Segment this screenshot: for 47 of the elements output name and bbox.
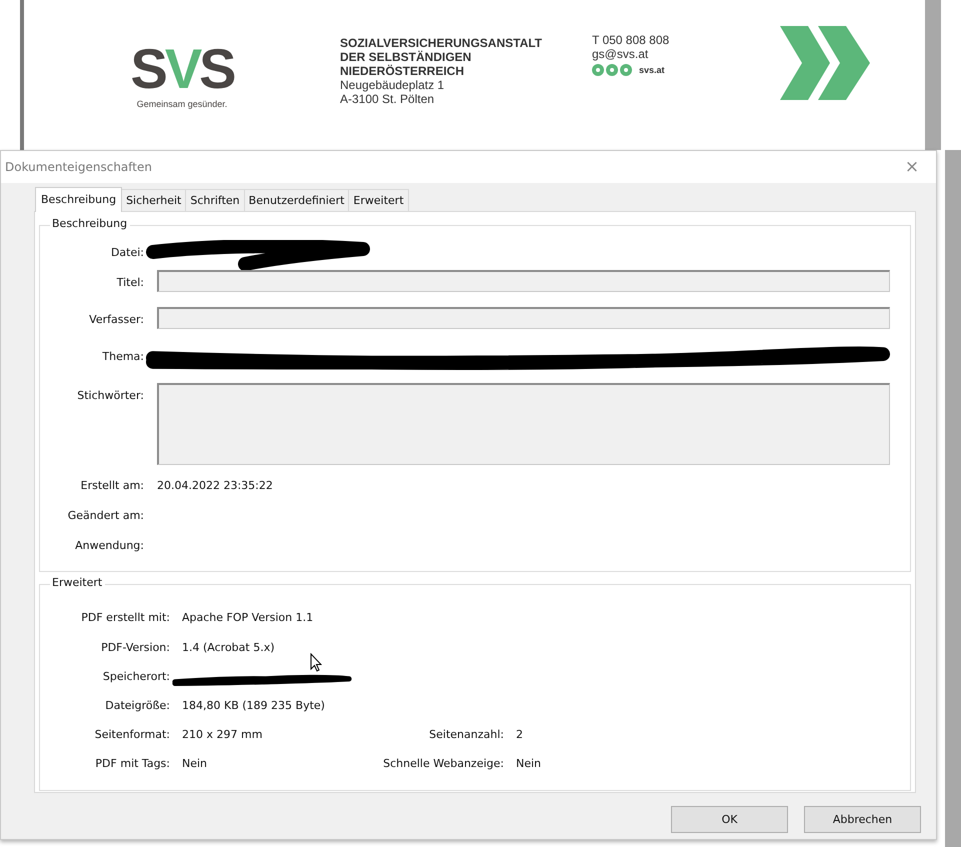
dialog-button[interactable]: Abbrechen: [804, 806, 921, 833]
close-button[interactable]: ×: [892, 152, 932, 182]
field-label: Speicherort:: [102, 670, 170, 683]
input-field[interactable]: [157, 307, 890, 329]
phone-number: T 050 808 808: [592, 33, 670, 47]
group-title: Erweitert: [50, 576, 106, 589]
text-area[interactable]: [157, 383, 890, 465]
field-label: Schnelle Webanzeige:: [382, 757, 504, 770]
field-label: Verfasser:: [88, 312, 144, 326]
field-label: Seitenformat:: [94, 728, 170, 741]
address-line: NIEDERÖSTERREICH: [340, 64, 466, 78]
dialog-button[interactable]: OK: [671, 806, 788, 833]
logo-wordmark: SVS: [130, 41, 234, 97]
group-title: Beschreibung: [50, 217, 130, 230]
field-label: PDF mit Tags:: [94, 757, 170, 770]
tab[interactable]: Beschreibung: [35, 187, 122, 212]
address-line: A-3100 St. Pölten: [340, 92, 436, 106]
field-label: PDF erstellt mit:: [80, 611, 170, 624]
field-value: 210 x 297 mm: [182, 728, 262, 741]
field-label: Titel:: [116, 275, 144, 289]
field-label: Seitenanzahl:: [428, 728, 504, 741]
field-label: PDF-Version:: [100, 640, 170, 654]
field-label: Datei:: [110, 245, 144, 259]
field-value: Nein: [182, 757, 208, 770]
field-label: Thema:: [101, 349, 144, 363]
field-label: Anwendung:: [74, 538, 144, 552]
field-label: Erstellt am:: [80, 478, 144, 492]
field-value: 20.04.2022 23:35:22: [157, 478, 273, 492]
field-label: Stichwörter:: [76, 388, 144, 402]
field-label: Dateigröße:: [104, 699, 170, 712]
chevron-arrows-icon: [780, 26, 870, 100]
address-line: SOZIALVERSICHERUNGSANSTALT: [340, 36, 544, 50]
input-field[interactable]: [157, 270, 890, 292]
field-value: 1.4 (Acrobat 5.x): [182, 640, 275, 654]
website-address: svs.at: [639, 64, 665, 77]
email-address: gs@svs.at: [592, 47, 650, 61]
address-line: Neugebäudeplatz 1: [340, 78, 446, 92]
field-value: Apache FOP Version 1.1: [182, 611, 314, 624]
field-value: 184,80 KB (189 235 Byte): [182, 699, 325, 712]
mouse-pointer-icon: [310, 653, 322, 672]
field-value: Nein: [516, 757, 542, 770]
logo-tagline: Gemeinsam gesünder.: [136, 99, 228, 109]
tab[interactable]: Erweitert: [348, 189, 409, 211]
address-line: DER SELBSTÄNDIGEN: [340, 50, 472, 64]
window-title: Dokumenteigenschaften: [5, 160, 152, 174]
field-value: 2: [516, 728, 523, 741]
field-label: Geändert am:: [66, 508, 144, 522]
